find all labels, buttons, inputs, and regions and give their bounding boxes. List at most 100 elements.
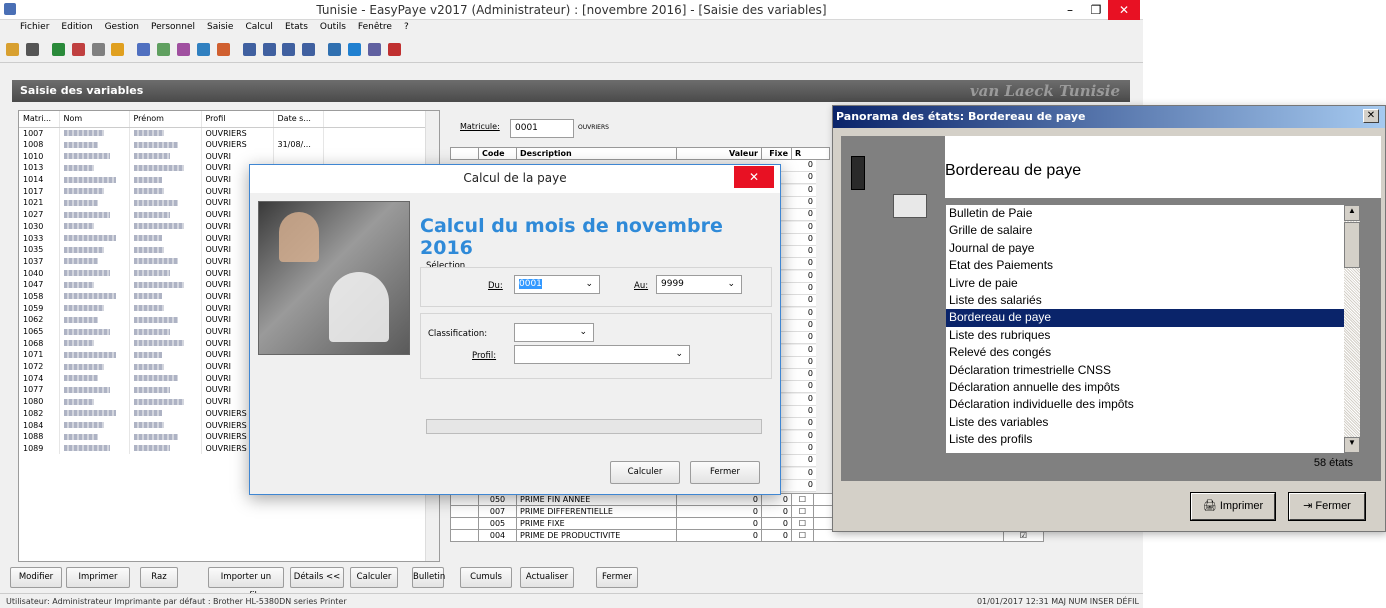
scroll-thumb[interactable] [1344, 222, 1360, 268]
exit-icon[interactable] [387, 43, 401, 56]
report-list-scrollbar[interactable]: ▲ ▼ [1344, 205, 1360, 453]
edit-icon[interactable] [157, 43, 171, 56]
settings-icon[interactable] [91, 43, 105, 56]
report-list-item[interactable]: Déclaration annuelle des impôts [946, 379, 1360, 396]
redacted-firstname [133, 386, 170, 393]
col-fixe[interactable]: Fixe [761, 147, 792, 160]
cell-prenom [129, 384, 202, 396]
chevron-down-icon: ⌄ [579, 327, 587, 337]
imprimer-button[interactable]: 🖨 Imprimer [1190, 492, 1276, 521]
menu-calcul[interactable]: Calcul [239, 20, 278, 34]
report-list-item[interactable]: Relevé des congés [946, 344, 1360, 361]
details-button[interactable]: Détails << [290, 567, 344, 588]
du-select[interactable]: 0001 ⌄ [514, 275, 600, 294]
checkbox[interactable]: ☐ [791, 517, 814, 530]
prev-record-icon[interactable] [262, 43, 276, 56]
close-icon[interactable]: ✕ [1108, 0, 1140, 20]
cell-matricule: 1008 [19, 138, 60, 151]
menu-etats[interactable]: Etats [279, 20, 314, 34]
maximize-icon[interactable]: ❐ [1082, 0, 1110, 20]
matricule-input[interactable]: 0001 [510, 119, 574, 138]
col-valeur[interactable]: Valeur [676, 147, 762, 160]
cell-prenom [129, 208, 202, 221]
col-matricule[interactable]: Matri... [19, 111, 60, 128]
table-row[interactable]: 1008 OUVRIERS 31/08/... [19, 138, 427, 151]
classification-select[interactable]: ⌄ [514, 323, 594, 342]
imprimer-button[interactable]: Imprimer [66, 567, 130, 588]
calendar-icon[interactable] [367, 43, 381, 56]
menu-help[interactable]: ? [398, 20, 415, 34]
report-list-item[interactable]: Grille de salaire [946, 222, 1360, 239]
grid-icon[interactable] [137, 43, 151, 56]
calculer-button[interactable]: Calculer [610, 461, 680, 484]
menu-gestion[interactable]: Gestion [99, 20, 145, 34]
open-icon[interactable] [6, 43, 19, 56]
report-list-item[interactable]: Déclaration individuelle des impôts [946, 396, 1360, 413]
redacted-firstname [133, 235, 162, 242]
col-profil[interactable]: Profil [201, 111, 274, 128]
scroll-down-icon[interactable]: ▼ [1344, 437, 1360, 453]
col-prenom[interactable]: Prénom [129, 111, 202, 128]
calc-icon[interactable] [111, 43, 125, 56]
report-list-item[interactable]: Liste des salariés [946, 292, 1360, 309]
menu-saisie[interactable]: Saisie [201, 20, 239, 34]
report-list-item[interactable]: Journal de paye [946, 240, 1360, 257]
report-list-item[interactable]: Liste des variables [946, 414, 1360, 431]
col-description[interactable]: Description [516, 147, 677, 160]
checkbox[interactable]: ☐ [791, 529, 814, 542]
checkbox[interactable]: ☐ [791, 493, 814, 506]
bulletin-button[interactable]: Bulletin [412, 567, 445, 588]
classification-label: Classification: [428, 329, 488, 339]
au-select[interactable]: 9999 ⌄ [656, 275, 742, 294]
menu-personnel[interactable]: Personnel [145, 20, 201, 34]
fermer-button[interactable]: ⇥ Fermer [1288, 492, 1366, 521]
report-list-item[interactable]: Etat des Paiements [946, 257, 1360, 274]
report-list[interactable]: Bulletin de Paie Grille de salaire Journal… [945, 204, 1361, 454]
panorama-close-icon[interactable]: ✕ [1363, 109, 1379, 123]
profil-select[interactable]: ⌄ [514, 345, 690, 364]
col-r[interactable]: R [791, 147, 830, 160]
report-list-item[interactable]: Livre de paie [946, 275, 1360, 292]
col-nom[interactable]: Nom [59, 111, 130, 128]
col-code[interactable]: Code [478, 147, 517, 160]
print-icon[interactable] [25, 43, 39, 56]
export-icon[interactable] [196, 43, 210, 56]
report-list-item[interactable]: Bulletin de Paie [946, 205, 1360, 222]
minimize-icon[interactable]: – [1056, 0, 1084, 20]
next-record-icon[interactable] [282, 43, 296, 56]
actualiser-button[interactable]: Actualiser [520, 567, 574, 588]
chevron-down-icon: ⌄ [727, 279, 735, 289]
report-list-item[interactable]: Déclaration trimestrielle CNSS [946, 362, 1360, 379]
table-row[interactable]: 1007 OUVRIERS [19, 127, 427, 139]
employee-icon[interactable] [51, 43, 65, 56]
scroll-up-icon[interactable]: ▲ [1344, 205, 1360, 221]
fermer-button[interactable]: Fermer [596, 567, 638, 588]
report-list-item[interactable]: Bordereau de paye [946, 309, 1360, 327]
col-date[interactable]: Date s... [273, 111, 324, 128]
chart-icon[interactable] [328, 43, 342, 56]
last-record-icon[interactable] [302, 43, 316, 56]
report-list-item[interactable]: Liste des profils [946, 431, 1360, 448]
profile-icon[interactable] [71, 43, 85, 56]
fermer-button[interactable]: Fermer [690, 461, 760, 484]
dialog-close-icon[interactable]: ✕ [734, 166, 774, 188]
importer-profil-button[interactable]: Importer un profil [208, 567, 284, 601]
table-row[interactable]: 1010 OUVRI [19, 150, 427, 163]
raz-button[interactable]: Raz [140, 567, 178, 588]
variables-table[interactable]: Code Description Valeur Fixe R [450, 147, 830, 160]
modifier-button[interactable]: Modifier [10, 567, 62, 588]
report-list-item[interactable]: Liste des rubriques [946, 327, 1360, 344]
redacted-name [63, 375, 98, 382]
menu-fenetre[interactable]: Fenêtre [352, 20, 398, 34]
cumuls-button[interactable]: Cumuls [460, 567, 512, 588]
report-icon[interactable] [177, 43, 190, 56]
calculer-button[interactable]: Calculer [350, 567, 398, 588]
menu-outils[interactable]: Outils [314, 20, 352, 34]
tools-icon[interactable] [216, 43, 230, 56]
checkbox[interactable]: ☐ [791, 505, 814, 518]
menu-edition[interactable]: Edition [55, 20, 98, 34]
first-record-icon[interactable] [242, 43, 256, 56]
menu-bar: Fichier Edition Gestion Personnel Saisie Calc… [0, 20, 1143, 37]
menu-fichier[interactable]: Fichier [0, 20, 55, 34]
window-icon[interactable] [348, 43, 361, 56]
